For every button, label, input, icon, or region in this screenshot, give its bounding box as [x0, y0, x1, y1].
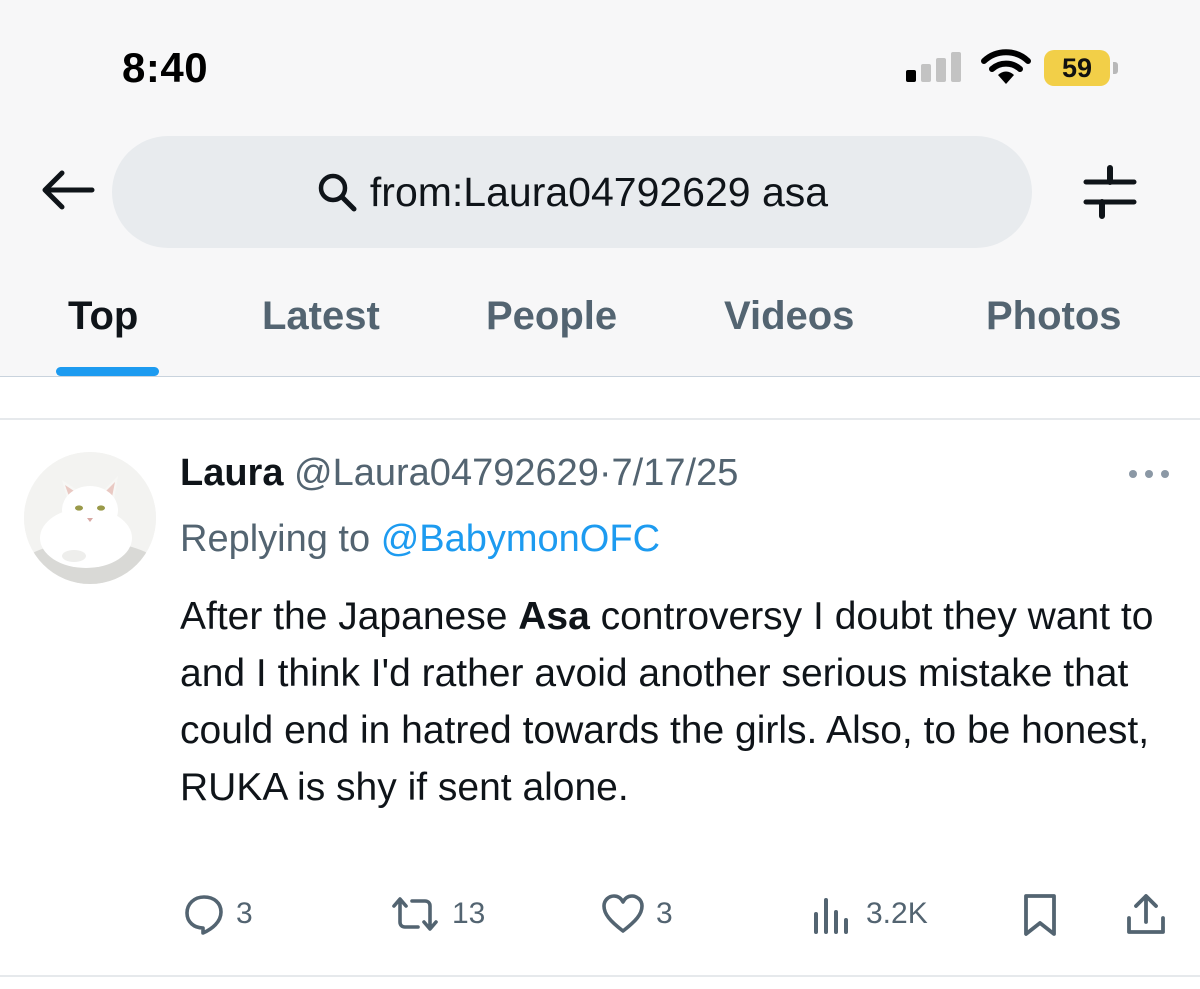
search-icon	[318, 173, 357, 212]
like-button[interactable]: 3	[600, 892, 673, 936]
active-tab-indicator	[56, 367, 159, 376]
more-dots-icon[interactable]	[1126, 466, 1172, 482]
bookmark-icon	[1024, 894, 1056, 936]
sliders-icon[interactable]	[1078, 164, 1142, 220]
arrow-left-icon[interactable]	[38, 168, 98, 212]
search-tabs: Top Latest People Videos Photos	[0, 280, 1200, 377]
reply-count: 3	[236, 897, 253, 930]
header-separator: ·	[598, 452, 612, 494]
cellular-signal-icon	[906, 52, 962, 82]
repost-button[interactable]: 13	[388, 892, 485, 936]
author-handle[interactable]: @Laura04792629	[294, 452, 599, 494]
repost-count: 13	[452, 897, 486, 930]
replying-prefix: Replying to	[180, 518, 371, 560]
replying-to-mention[interactable]: @BabymonOFC	[381, 518, 660, 560]
tweet-actions: 3 13 3 3.2K	[0, 892, 1200, 942]
tweet-date[interactable]: 7/17/25	[612, 452, 739, 494]
tab-latest[interactable]: Latest	[262, 294, 380, 339]
heart-icon	[602, 894, 644, 933]
like-count: 3	[656, 897, 673, 930]
bookmark-button[interactable]	[1020, 892, 1060, 938]
tweet-text: After the Japanese Asa controversy I dou…	[180, 588, 1170, 816]
tweet-text-highlight: Asa	[518, 595, 590, 638]
reply-button[interactable]: 3	[182, 892, 253, 936]
tweet-bottom-divider	[0, 975, 1200, 977]
tab-videos[interactable]: Videos	[724, 294, 854, 339]
battery-percent: 59	[1061, 52, 1093, 83]
tab-photos[interactable]: Photos	[986, 294, 1122, 339]
speech-bubble-icon	[185, 895, 223, 935]
views-button[interactable]: 3.2K	[810, 892, 928, 936]
share-icon	[1127, 894, 1165, 934]
replying-to-line: Replying to @BabymonOFC	[180, 518, 660, 561]
search-input[interactable]: from:Laura04792629 asa	[112, 136, 1032, 248]
views-count: 3.2K	[866, 897, 928, 930]
tab-top[interactable]: Top	[68, 294, 138, 339]
search-query[interactable]: from:Laura04792629 asa	[370, 169, 828, 216]
battery-indicator: 59	[1044, 50, 1120, 86]
author-name[interactable]: Laura	[180, 452, 283, 494]
tabs-divider	[0, 376, 1200, 377]
share-button[interactable]	[1124, 892, 1168, 938]
tweet-text-before: After the Japanese	[180, 595, 519, 638]
header-area: 8:40 59 from:Laura04792629 asa Top Lates…	[0, 0, 1200, 377]
cat-avatar-image	[24, 452, 156, 584]
bar-chart-icon	[814, 898, 848, 934]
tab-people[interactable]: People	[486, 294, 617, 339]
tweet-header: Laura @Laura04792629·7/17/25	[180, 452, 738, 495]
wifi-icon	[981, 49, 1031, 84]
repost-icon	[392, 897, 438, 931]
status-time: 8:40	[122, 44, 209, 91]
avatar[interactable]	[24, 452, 156, 584]
tweet-separator	[0, 418, 1200, 420]
